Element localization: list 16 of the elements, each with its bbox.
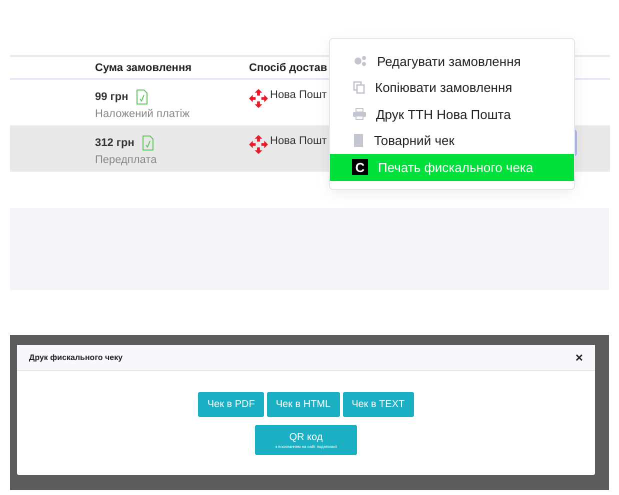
payment-method: Передплата: [95, 154, 158, 166]
delivery-method: Нова Пошт: [270, 89, 327, 101]
menu-item[interactable]: C Печать фискального чека: [330, 154, 574, 180]
menu-item[interactable]: Товарний чек: [330, 128, 574, 154]
c-badge: C: [352, 159, 368, 176]
menu-item[interactable]: Друк ТТН Нова Пошта: [330, 101, 574, 128]
order-amount: 312 грн: [95, 137, 134, 149]
dialog-title: Друк фискального чеку: [29, 353, 123, 362]
column-header: Сума замовлення: [95, 62, 193, 74]
menu-item[interactable]: Редагувати замовлення: [330, 48, 574, 74]
delivery-method: Нова Пошт: [270, 135, 327, 147]
order-amount: 99 грн: [95, 91, 128, 103]
payment-method: Наложений платіж: [95, 108, 191, 120]
close-button[interactable]: ×: [575, 350, 583, 365]
column-header: Спосіб достав: [249, 62, 328, 74]
qr-button-label: QR код: [289, 432, 323, 442]
